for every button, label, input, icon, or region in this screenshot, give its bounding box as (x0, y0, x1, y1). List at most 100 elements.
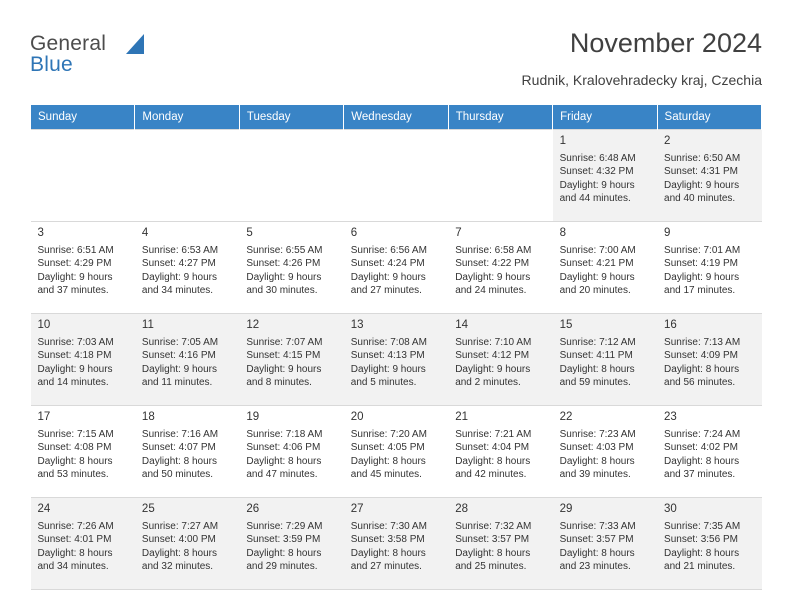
day-detail-line: Sunset: 4:31 PM (664, 166, 738, 178)
calendar-day-cell: 13 Sunrise: 7:08 AM Sunset: 4:13 PM Dayligh… (343, 313, 449, 406)
day-detail-line: Sunset: 4:08 PM (37, 442, 112, 454)
day-number: 15 (559, 319, 573, 331)
calendar-day-cell: 27 Sunrise: 7:30 AM Sunset: 3:58 PM Dayligh… (343, 497, 449, 590)
day-detail-line: Daylight: 8 hours (559, 455, 635, 467)
calendar-day-cell: 11 Sunrise: 7:05 AM Sunset: 4:16 PM Dayligh… (134, 313, 240, 406)
calendar-day-cell: 5 Sunrise: 6:55 AM Sunset: 4:26 PM Daylight… (239, 221, 344, 314)
day-number: 7 (455, 227, 462, 239)
day-detail-line: Sunrise: 6:56 AM (350, 244, 427, 256)
day-detail-line: Sunrise: 7:24 AM (664, 428, 741, 440)
day-detail-line: Sunset: 3:56 PM (664, 534, 738, 546)
day-number: 20 (350, 411, 364, 423)
day-detail-line: Sunrise: 7:35 AM (664, 520, 741, 532)
day-number: 19 (246, 411, 260, 423)
day-detail-line: and 21 minutes. (664, 561, 736, 573)
day-detail-line: Sunset: 4:09 PM (664, 350, 738, 362)
day-detail-line: Daylight: 9 hours (664, 271, 740, 283)
day-detail-line: and 24 minutes. (455, 285, 527, 297)
day-detail-line: Daylight: 9 hours (664, 179, 740, 191)
calendar-day-cell: 17 Sunrise: 7:15 AM Sunset: 4:08 PM Dayligh… (30, 405, 135, 498)
calendar-cell-empty (30, 129, 135, 222)
day-number: 13 (350, 319, 364, 331)
day-detail-line: Daylight: 9 hours (246, 271, 322, 283)
day-detail-line: Sunrise: 7:21 AM (455, 428, 532, 440)
day-detail-line: Sunset: 4:13 PM (350, 350, 425, 362)
day-number: 14 (455, 319, 468, 331)
day-number: 8 (559, 227, 567, 239)
day-number: 5 (246, 227, 253, 239)
calendar-day-cell: 24 Sunrise: 7:26 AM Sunset: 4:01 PM Dayligh… (30, 497, 135, 590)
day-number: 27 (350, 503, 364, 515)
day-number: 22 (559, 411, 573, 423)
day-detail-line: and 23 minutes. (559, 561, 631, 573)
day-detail-line: and 14 minutes. (37, 377, 109, 389)
day-detail-line: and 11 minutes. (141, 377, 213, 389)
day-number: 11 (141, 319, 154, 331)
day-detail-line: Daylight: 8 hours (141, 455, 217, 467)
day-number: 24 (37, 503, 51, 515)
day-detail-line: Daylight: 9 hours (246, 363, 322, 375)
calendar-table: Sunday Monday Tuesday Wednesday Thursday… (29, 104, 763, 590)
day-detail-line: Daylight: 9 hours (350, 271, 426, 283)
day-detail-line: Sunset: 4:04 PM (455, 442, 530, 454)
day-detail-line: Sunrise: 7:07 AM (246, 336, 323, 348)
day-detail-line: Sunset: 4:11 PM (559, 350, 633, 362)
day-detail-line: and 39 minutes. (559, 469, 631, 481)
day-number: 30 (664, 503, 677, 515)
logo[interactable]: General Blue (30, 32, 230, 82)
day-detail-line: Daylight: 8 hours (246, 547, 322, 559)
calendar-week-row: 1 Sunrise: 6:48 AM Sunset: 4:32 PM Daylight… (30, 129, 762, 222)
day-detail-line: Sunset: 4:15 PM (246, 350, 321, 362)
day-detail-line: Sunrise: 7:29 AM (246, 520, 323, 532)
day-detail-line: Daylight: 8 hours (664, 547, 740, 559)
calendar-day-cell: 1 Sunrise: 6:48 AM Sunset: 4:32 PM Daylight… (552, 129, 658, 222)
day-detail-line: and 8 minutes. (246, 377, 312, 389)
calendar-day-cell: 28 Sunrise: 7:32 AM Sunset: 3:57 PM Dayligh… (448, 497, 553, 590)
day-detail-line: Sunrise: 7:23 AM (559, 428, 636, 440)
day-detail-line: Daylight: 8 hours (37, 547, 113, 559)
logo-text-blue: Blue (30, 53, 73, 76)
day-detail-line: Sunrise: 7:30 AM (350, 520, 427, 532)
day-detail-line: Daylight: 8 hours (350, 455, 426, 467)
calendar-day-cell: 30 Sunrise: 7:35 AM Sunset: 3:56 PM Dayligh… (657, 497, 762, 590)
calendar-day-cell: 15 Sunrise: 7:12 AM Sunset: 4:11 PM Dayligh… (552, 313, 658, 406)
day-detail-line: and 2 minutes. (455, 377, 521, 389)
page-header: General Blue November 2024 Rudnik, Kralo… (30, 0, 762, 92)
day-detail-line: Daylight: 9 hours (455, 363, 531, 375)
calendar-day-cell: 25 Sunrise: 7:27 AM Sunset: 4:00 PM Dayligh… (134, 497, 240, 590)
day-number: 18 (141, 411, 155, 423)
day-number: 2 (664, 135, 671, 147)
day-detail-line: Sunrise: 6:48 AM (559, 152, 636, 164)
calendar-day-cell: 18 Sunrise: 7:16 AM Sunset: 4:07 PM Dayligh… (134, 405, 240, 498)
day-detail-line: and 25 minutes. (455, 561, 527, 573)
day-detail-line: and 47 minutes. (246, 469, 318, 481)
day-number: 21 (455, 411, 468, 423)
calendar-week-row: 3 Sunrise: 6:51 AM Sunset: 4:29 PM Daylight… (30, 221, 762, 314)
calendar-day-cell: 4 Sunrise: 6:53 AM Sunset: 4:27 PM Daylight… (134, 221, 240, 314)
day-detail-line: Daylight: 8 hours (350, 547, 426, 559)
day-detail-line: Sunset: 3:57 PM (559, 534, 634, 546)
day-detail-line: and 56 minutes. (664, 377, 736, 389)
day-detail-line: Sunset: 3:59 PM (246, 534, 321, 546)
day-detail-line: Sunset: 4:21 PM (559, 258, 634, 270)
day-detail-line: and 59 minutes. (559, 377, 631, 389)
day-detail-line: Daylight: 9 hours (141, 363, 217, 375)
weekday-header-saturday: Saturday (656, 104, 763, 130)
day-detail-line: Daylight: 8 hours (37, 455, 113, 467)
calendar-day-cell: 23 Sunrise: 7:24 AM Sunset: 4:02 PM Dayligh… (657, 405, 762, 498)
calendar-day-cell: 7 Sunrise: 6:58 AM Sunset: 4:22 PM Daylight… (448, 221, 553, 314)
day-detail-line: Sunset: 4:27 PM (141, 258, 216, 270)
day-detail-line: Daylight: 9 hours (37, 363, 113, 375)
calendar-day-cell: 16 Sunrise: 7:13 AM Sunset: 4:09 PM Dayligh… (657, 313, 762, 406)
calendar-day-cell: 21 Sunrise: 7:21 AM Sunset: 4:04 PM Dayligh… (448, 405, 553, 498)
day-detail-line: Sunrise: 7:13 AM (664, 336, 741, 348)
day-detail-line: and 27 minutes. (350, 285, 422, 297)
day-detail-line: Sunset: 4:01 PM (37, 534, 112, 546)
day-detail-line: and 29 minutes. (246, 561, 318, 573)
weekday-header-friday: Friday (552, 104, 658, 130)
calendar-header-row: Sunday Monday Tuesday Wednesday Thursday… (29, 104, 763, 130)
day-detail-line: Daylight: 8 hours (664, 363, 740, 375)
day-number: 17 (37, 411, 51, 423)
day-detail-line: Daylight: 9 hours (559, 271, 635, 283)
day-detail-line: Daylight: 9 hours (37, 271, 113, 283)
